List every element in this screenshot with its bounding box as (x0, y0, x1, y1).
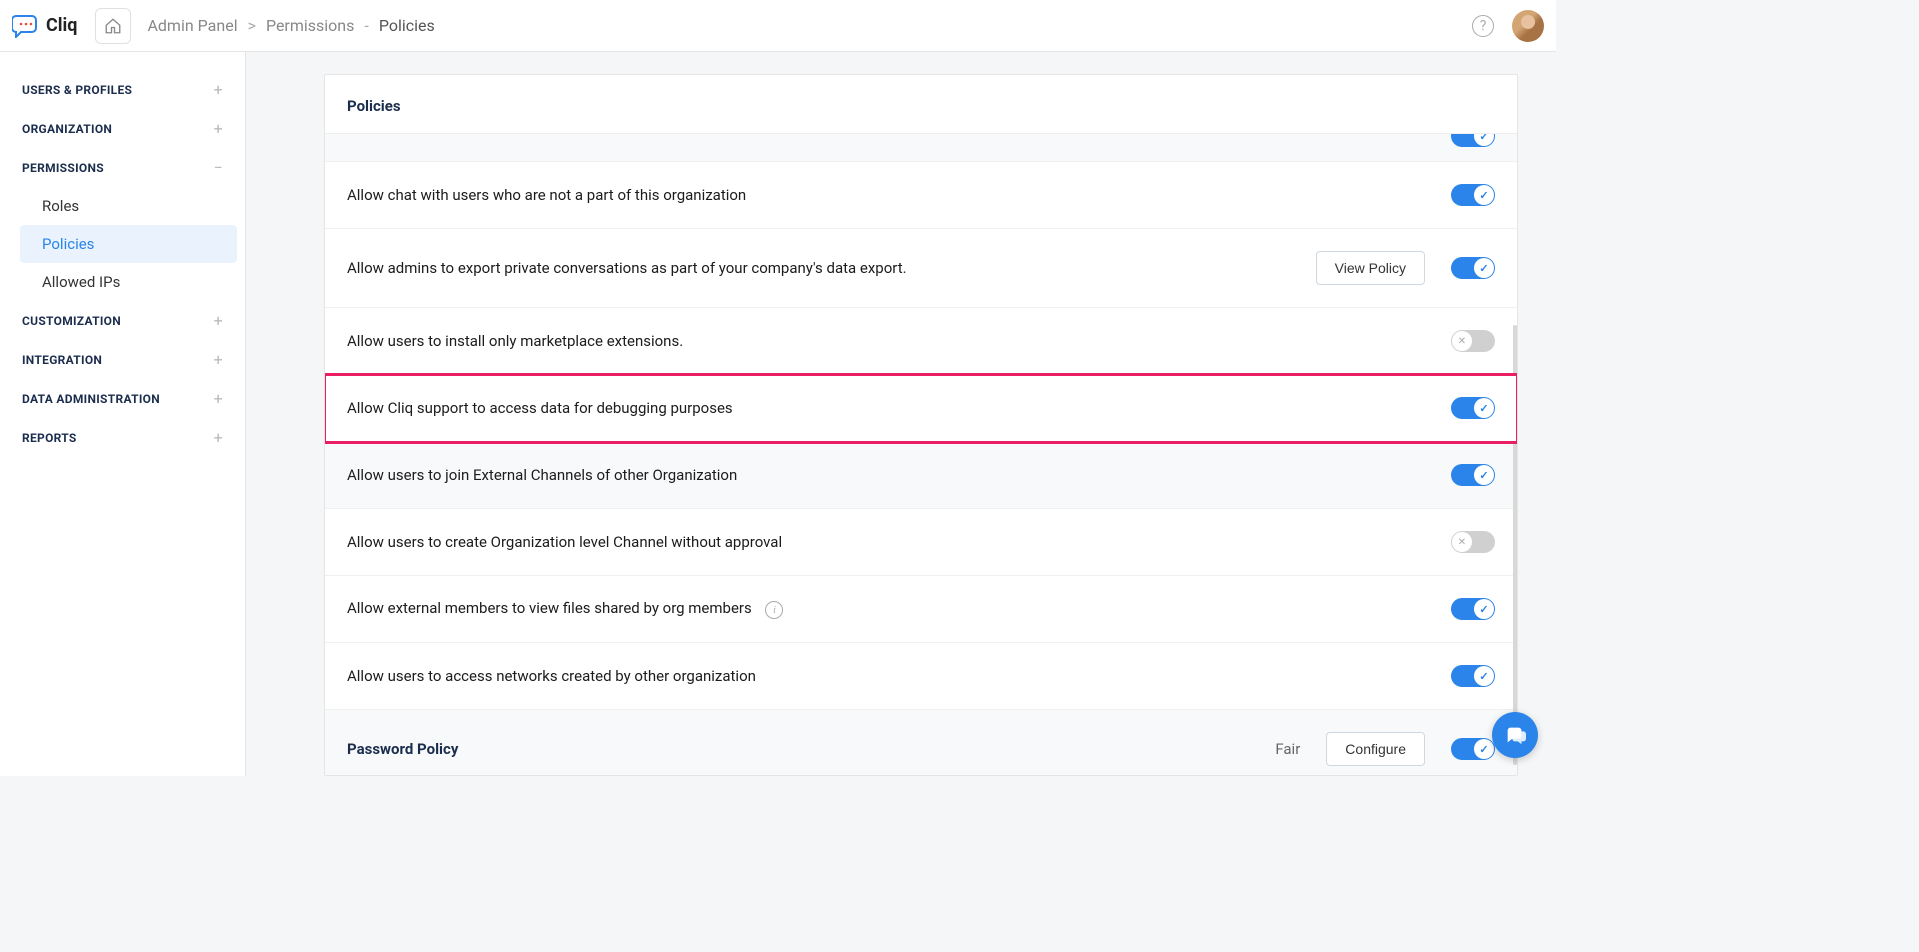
help-icon[interactable]: ? (1472, 15, 1494, 37)
policy-label: Allow admins to export private conversat… (347, 259, 1316, 277)
policy-toggle[interactable] (1451, 397, 1495, 419)
policy-row: Allow admins to export private conversat… (325, 229, 1517, 308)
nav-group-customization[interactable]: CUSTOMIZATION + (0, 301, 245, 340)
sidebar-item-policies[interactable]: Policies (20, 225, 237, 263)
policy-row: Allow external members to view files sha… (325, 576, 1517, 643)
collapse-icon: − (214, 158, 223, 177)
policy-row: Allow users to access networks created b… (325, 643, 1517, 710)
policy-label: Allow users to install only marketplace … (347, 332, 1451, 350)
policies-card: Policies Allow chat with users who are n… (324, 74, 1518, 776)
topbar: Cliq Admin Panel > Permissions - Policie… (0, 0, 1556, 52)
breadcrumb-mid[interactable]: Permissions (266, 16, 354, 35)
policy-label: Allow users to access networks created b… (347, 667, 1451, 685)
nav-group-organization[interactable]: ORGANIZATION + (0, 109, 245, 148)
policy-toggle[interactable] (1451, 598, 1495, 620)
policy-label-text: Allow external members to view files sha… (347, 599, 752, 617)
avatar[interactable] (1512, 10, 1544, 42)
nav-group-integration[interactable]: INTEGRATION + (0, 340, 245, 379)
policy-toggle[interactable] (1451, 464, 1495, 486)
app-logo[interactable]: Cliq (12, 14, 77, 38)
breadcrumb-sep: - (364, 16, 368, 35)
policy-toggle[interactable] (1451, 531, 1495, 553)
chat-icon (1504, 724, 1526, 746)
policy-toggle[interactable] (1451, 184, 1495, 206)
expand-icon: + (214, 428, 223, 447)
expand-icon: + (214, 389, 223, 408)
configure-button[interactable]: Configure (1326, 732, 1425, 766)
view-policy-button[interactable]: View Policy (1316, 251, 1425, 285)
cliq-logo-icon (12, 14, 40, 38)
nav-group-users-profiles[interactable]: USERS & PROFILES + (0, 70, 245, 109)
policy-row-truncated (325, 134, 1517, 162)
policy-label: Allow external members to view files sha… (347, 599, 1451, 620)
chat-fab[interactable] (1492, 712, 1538, 758)
policy-row-highlighted: Allow Cliq support to access data for de… (325, 375, 1517, 442)
policy-label: Allow users to create Organization level… (347, 533, 1451, 551)
sidebar: USERS & PROFILES + ORGANIZATION + PERMIS… (0, 52, 246, 776)
app-name: Cliq (46, 15, 77, 36)
policy-row: Allow users to create Organization level… (325, 509, 1517, 576)
policy-label: Password Policy (347, 740, 1275, 758)
nav-group-permissions[interactable]: PERMISSIONS − (0, 148, 245, 187)
home-button[interactable] (95, 8, 131, 44)
policy-row: Allow users to install only marketplace … (325, 308, 1517, 375)
nav-group-label: CUSTOMIZATION (22, 314, 121, 328)
policy-toggle[interactable] (1451, 134, 1495, 147)
breadcrumb-sep: > (248, 16, 256, 35)
nav-group-label: ORGANIZATION (22, 122, 112, 136)
policy-label: Allow users to join External Channels of… (347, 466, 1451, 484)
sidebar-item-allowed-ips[interactable]: Allowed IPs (20, 263, 237, 301)
nav-group-reports[interactable]: REPORTS + (0, 418, 245, 457)
nav-group-label: INTEGRATION (22, 353, 102, 367)
policy-toggle[interactable] (1451, 738, 1495, 760)
info-icon[interactable]: i (765, 601, 783, 619)
expand-icon: + (214, 119, 223, 138)
expand-icon: + (214, 350, 223, 369)
nav-group-label: REPORTS (22, 431, 77, 445)
main-content: Policies Allow chat with users who are n… (246, 52, 1556, 776)
policy-toggle[interactable] (1451, 257, 1495, 279)
expand-icon: + (214, 311, 223, 330)
policy-label: Allow Cliq support to access data for de… (347, 399, 1451, 417)
breadcrumb-last: Policies (379, 16, 435, 35)
policy-toggle[interactable] (1451, 330, 1495, 352)
status-text: Fair (1275, 740, 1300, 758)
nav-group-data-administration[interactable]: DATA ADMINISTRATION + (0, 379, 245, 418)
policy-toggle[interactable] (1451, 665, 1495, 687)
home-icon (104, 17, 122, 35)
policy-label: Allow chat with users who are not a part… (347, 186, 1451, 204)
sidebar-item-roles[interactable]: Roles (20, 187, 237, 225)
nav-group-label: USERS & PROFILES (22, 83, 132, 97)
policy-list[interactable]: Allow chat with users who are not a part… (325, 134, 1517, 775)
card-title: Policies (325, 75, 1517, 134)
expand-icon: + (214, 80, 223, 99)
nav-group-label: DATA ADMINISTRATION (22, 392, 160, 406)
breadcrumb-root[interactable]: Admin Panel (147, 16, 237, 35)
policy-row: Allow chat with users who are not a part… (325, 162, 1517, 229)
nav-group-label: PERMISSIONS (22, 161, 104, 175)
breadcrumb: Admin Panel > Permissions - Policies (147, 16, 434, 35)
policy-row-password: Password Policy Fair Configure (325, 710, 1517, 775)
policy-row: Allow users to join External Channels of… (325, 442, 1517, 509)
